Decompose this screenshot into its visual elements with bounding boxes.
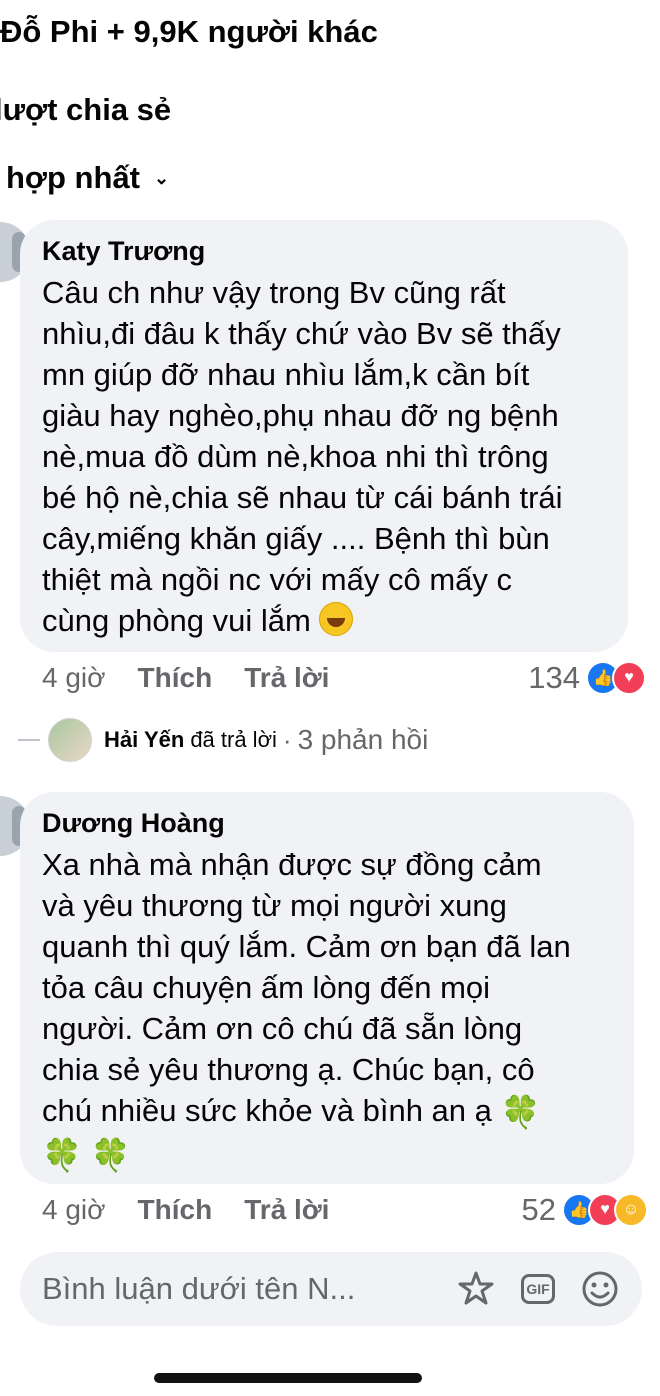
comment-line: và yêu thương từ mọi người xung: [42, 888, 507, 923]
view-replies-link[interactable]: Hải Yến đã trả lời · 3 phản hồi: [18, 718, 428, 762]
reaction-summary[interactable]: 52 👍 ♥ ☺: [522, 1192, 648, 1228]
sort-dropdown[interactable]: hợp nhất ⌄: [6, 160, 169, 196]
comment-text: Xa nhà mà nhận được sự đồng cảm và yêu t…: [42, 844, 614, 1176]
comment-line: cây,miếng khăn giấy .... Bệnh thì bùn: [42, 521, 550, 556]
comment-line: quanh thì quý lắm. Cảm ơn bạn đã lan: [42, 929, 571, 964]
comment-line: nhìu,đi đâu k thấy chứ vào Bv sẽ thấy: [42, 316, 561, 351]
reaction-summary[interactable]: 134 👍 ♥: [528, 660, 646, 696]
like-button[interactable]: Thích: [138, 1194, 213, 1226]
comment-placeholder: Bình luận dưới tên N...: [42, 1271, 356, 1306]
love-reaction-icon: ♥: [612, 661, 646, 695]
comment-line: thiệt mà ngồi nc với mấy cô mấy c: [42, 562, 512, 597]
comment-line: Câu ch như vậy trong Bv cũng rất: [42, 275, 506, 310]
comment-author[interactable]: Dương Hoàng: [42, 806, 614, 840]
comment-line: nè,mua đồ dùm nè,khoa nhi thì trông: [42, 439, 549, 474]
reaction-count: 52: [521, 1192, 556, 1227]
comment-line: người. Cảm ơn cô chú đã sẵn lòng: [42, 1011, 523, 1046]
comment-actions: 4 giờ Thích Trả lời: [42, 1194, 329, 1226]
reply-button[interactable]: Trả lời: [244, 1194, 329, 1226]
gif-label: GIF: [521, 1274, 555, 1304]
comment-line: mn giúp đỡ nhau nhìu lắm,k cần bít: [42, 357, 530, 392]
reply-text: đã trả lời: [190, 727, 277, 752]
like-button[interactable]: Thích: [138, 662, 213, 694]
clover-icon: 🍀: [42, 1137, 82, 1173]
clover-icon: 🍀: [500, 1094, 541, 1130]
separator-dot: ·: [282, 724, 292, 755]
sort-label: hợp nhất: [6, 160, 140, 195]
comment-line-text: cùng phòng vui lắm: [42, 603, 311, 638]
gif-icon[interactable]: GIF: [516, 1267, 560, 1311]
reactors-summary[interactable]: Đỗ Phi + 9,9K người khác: [0, 14, 378, 50]
sticker-icon[interactable]: [454, 1267, 498, 1311]
comment-author[interactable]: Katy Trương: [42, 234, 608, 268]
comment-time[interactable]: 4 giờ: [42, 1194, 106, 1226]
comment-bubble: Katy Trương Câu ch như vậy trong Bv cũng…: [20, 220, 628, 652]
avatar: [48, 718, 92, 762]
care-reaction-icon: ☺: [614, 1193, 648, 1227]
shares-count[interactable]: lượt chia sẻ: [0, 92, 171, 128]
comment-line: chia sẻ yêu thương ạ. Chúc bạn, cô: [42, 1052, 535, 1087]
comment-line: giàu hay nghèo,phụ nhau đỡ ng bệnh: [42, 398, 559, 433]
comment-line: chú nhiều sức khỏe và bình an ạ 🍀: [42, 1090, 614, 1133]
home-indicator[interactable]: [154, 1373, 422, 1383]
emoji-icon[interactable]: [578, 1267, 622, 1311]
reaction-count: 134: [528, 660, 580, 695]
comment-line: cùng phòng vui lắm: [42, 600, 608, 641]
comment-actions: 4 giờ Thích Trả lời: [42, 662, 329, 694]
comment-input[interactable]: Bình luận dưới tên N... GIF: [20, 1252, 642, 1326]
rolling-laughing-emoji-icon: [319, 602, 354, 636]
reply-button[interactable]: Trả lời: [244, 662, 329, 694]
clover-icon: 🍀: [90, 1137, 131, 1173]
chevron-down-icon: ⌄: [153, 167, 170, 188]
comment-line: bé hộ nè,chia sẽ nhau từ cái bánh trái: [42, 480, 563, 515]
comment-line: 🍀 🍀: [42, 1133, 614, 1176]
comment-text: Câu ch như vậy trong Bv cũng rất nhìu,đi…: [42, 272, 608, 641]
comment-line: tỏa câu chuyện ấm lòng đến mọi: [42, 970, 491, 1005]
comment-line-text: chú nhiều sức khỏe và bình an ạ: [42, 1093, 492, 1128]
reply-count: 3 phản hồi: [297, 724, 429, 755]
comment-line: Xa nhà mà nhận được sự đồng cảm: [42, 847, 542, 882]
comment-bubble: Dương Hoàng Xa nhà mà nhận được sự đồng …: [20, 792, 634, 1184]
thread-line: [18, 739, 40, 741]
comment-time[interactable]: 4 giờ: [42, 662, 106, 694]
reply-author: Hải Yến: [104, 727, 185, 752]
